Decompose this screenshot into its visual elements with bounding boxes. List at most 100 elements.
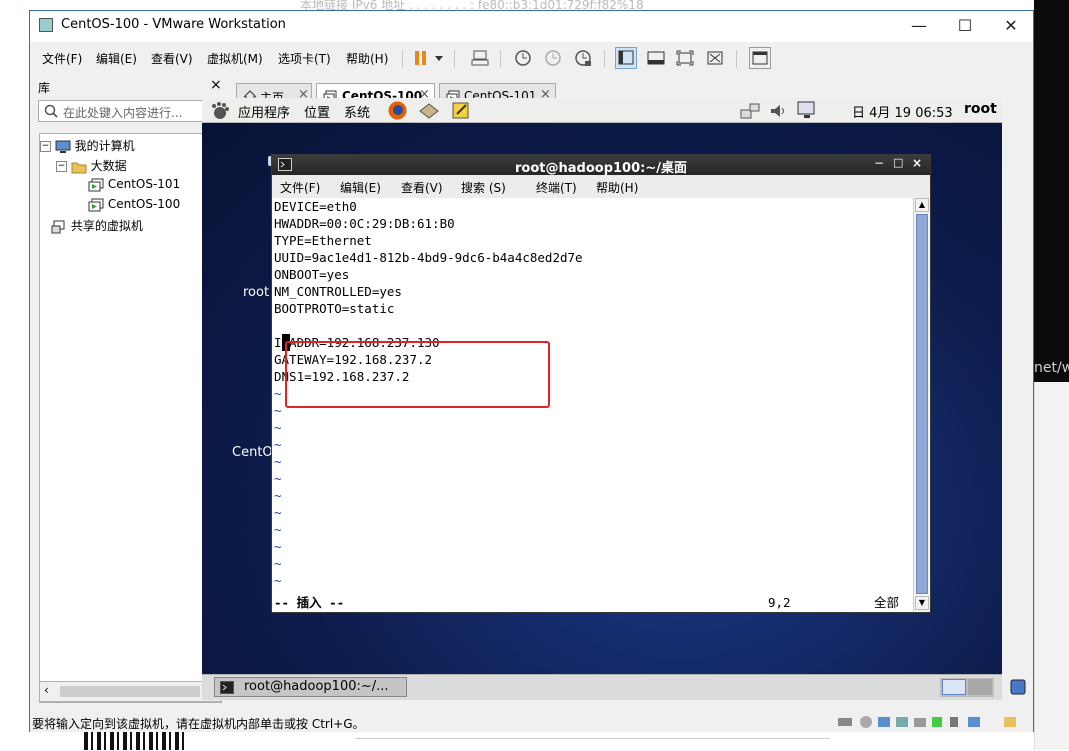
console-view-icon[interactable] <box>749 47 771 69</box>
toolbar-separator <box>454 50 455 68</box>
revert-snapshot-icon[interactable] <box>543 48 563 68</box>
terminal-line: ~ <box>274 556 282 571</box>
tree-item-centos-101[interactable]: CentOS-101 <box>88 177 180 192</box>
workspace-switcher[interactable] <box>940 678 994 697</box>
menu-edit[interactable]: 编辑(E) <box>96 50 137 67</box>
background-window-text: 本地链接 IPv6 地址 . . . . . . . . : fe80::b3:… <box>300 0 644 10</box>
window-title: CentOS-100 - VMware Workstation <box>61 17 286 32</box>
tree-label-folder: 大数据 <box>90 159 127 173</box>
library-horizontal-scrollbar[interactable]: ‹ › <box>39 681 222 702</box>
maximize-button[interactable]: ☐ <box>942 11 988 42</box>
snapshot-manager-icon[interactable] <box>573 48 593 68</box>
library-search-input[interactable]: 在此处键入内容进行... <box>38 100 219 122</box>
tree-item-shared-vms[interactable]: 共享的虚拟机 <box>51 217 143 234</box>
background-divider <box>355 738 830 751</box>
desktop-icon-label: root <box>243 285 270 300</box>
terminal-maximize-button[interactable]: □ <box>893 156 903 169</box>
scrollbar-thumb[interactable] <box>916 214 928 594</box>
gnome-top-panel: 应用程序 位置 系统 日 4月 19 06:53 root <box>202 98 1002 123</box>
menu-file[interactable]: 文件(F) <box>42 50 82 67</box>
trash-icon[interactable] <box>1009 678 1027 696</box>
search-placeholder: 在此处键入内容进行... <box>63 106 183 120</box>
status-message: 要将输入定向到该虚拟机，请在虚拟机内部单击或按 Ctrl+G。 <box>32 717 365 731</box>
toolbar-separator <box>402 50 403 68</box>
computer-icon <box>55 140 71 153</box>
terminal-menu-terminal[interactable]: 终端(T) <box>536 179 577 196</box>
unity-icon[interactable] <box>705 48 725 68</box>
terminal-line: BOOTPROTO=static <box>274 301 395 316</box>
library-close-button[interactable]: × <box>210 77 222 93</box>
taskbar-terminal-button[interactable]: root@hadoop100:~/... <box>214 677 407 697</box>
notes-icon[interactable] <box>451 100 471 120</box>
terminal-menu-edit[interactable]: 编辑(E) <box>340 179 381 196</box>
gnome-bottom-panel: root@hadoop100:~/... <box>202 674 1026 700</box>
applications-menu[interactable]: 应用程序 <box>238 102 290 121</box>
snapshot-icon[interactable] <box>513 48 533 68</box>
minimize-button[interactable]: — <box>896 11 942 42</box>
menu-vm[interactable]: 虚拟机(M) <box>207 50 263 67</box>
terminal-menu-search[interactable]: 搜索 (S) <box>461 179 506 196</box>
vim-cursor-position: 9,2 <box>768 595 791 610</box>
vim-scroll-position: 全部 <box>874 595 900 610</box>
highlight-box <box>285 341 550 408</box>
terminal-line: ~ <box>274 488 282 503</box>
user-menu[interactable]: root <box>964 101 997 117</box>
terminal-scrollbar[interactable]: ▲ ▼ <box>913 198 930 612</box>
terminal-line: TYPE=Ethernet <box>274 233 372 248</box>
volume-icon[interactable] <box>768 101 788 121</box>
menu-help[interactable]: 帮助(H) <box>346 50 388 67</box>
scroll-up-icon[interactable]: ▲ <box>915 198 929 212</box>
vm-icon <box>88 178 104 191</box>
menu-toolbar: 文件(F) 编辑(E) 查看(V) 虚拟机(M) 选项卡(T) 帮助(H) <box>30 42 1033 76</box>
vm-icon <box>88 198 104 211</box>
workspace-2[interactable] <box>968 679 992 695</box>
full-screen-icon[interactable] <box>675 48 695 68</box>
display-icon[interactable] <box>796 100 818 121</box>
send-ctrl-alt-del-icon[interactable] <box>470 48 490 68</box>
firefox-icon[interactable] <box>387 100 408 121</box>
terminal-close-button[interactable]: × <box>912 156 922 170</box>
terminal-line: ~ <box>274 522 282 537</box>
gnome-foot-icon <box>212 102 229 119</box>
system-menu[interactable]: 系统 <box>344 102 370 121</box>
vmware-app-icon <box>39 18 53 32</box>
device-icons <box>838 715 1028 729</box>
tree-item-centos-100[interactable]: CentOS-100 <box>88 197 180 212</box>
tree-label-centos-101: CentOS-101 <box>107 177 181 191</box>
close-button[interactable]: ✕ <box>988 11 1034 42</box>
terminal-menu-view[interactable]: 查看(V) <box>401 179 443 196</box>
menu-view[interactable]: 查看(V) <box>151 50 193 67</box>
terminal-menu-help[interactable]: 帮助(H) <box>596 179 638 196</box>
network-icon[interactable] <box>739 101 761 121</box>
shared-vm-icon <box>51 220 65 233</box>
tree-item-folder[interactable]: − 大数据 <box>56 157 127 174</box>
scroll-left-icon[interactable]: ‹ <box>44 683 49 697</box>
tree-item-my-computer[interactable]: − 我的计算机 <box>40 137 135 154</box>
pause-icon[interactable] <box>412 48 432 68</box>
places-menu[interactable]: 位置 <box>304 102 330 121</box>
show-library-icon[interactable] <box>615 47 637 69</box>
terminal-menu-file[interactable]: 文件(F) <box>280 179 320 196</box>
title-bar: CentOS-100 - VMware Workstation — ☐ ✕ <box>30 11 1033 42</box>
toolbar-separator <box>500 50 501 68</box>
terminal-icon <box>220 681 234 694</box>
pause-dropdown-icon[interactable] <box>433 48 445 68</box>
thumbnail-bar-icon[interactable] <box>646 48 666 68</box>
collapse-icon[interactable]: − <box>56 161 67 172</box>
terminal-line: UUID=9ac1e4d1-812b-4bd9-9dc6-b4a4c8ed2d7… <box>274 250 583 265</box>
collapse-icon[interactable]: − <box>40 141 51 152</box>
terminal-minimize-button[interactable]: − <box>874 156 884 170</box>
taskbar-terminal-label: root@hadoop100:~/... <box>244 679 389 694</box>
scroll-down-icon[interactable]: ▼ <box>915 596 929 610</box>
scrollbar-thumb[interactable] <box>60 686 200 697</box>
workspace-1[interactable] <box>942 679 966 695</box>
clock[interactable]: 日 4月 19 06:53 <box>852 102 953 121</box>
terminal-line: ~ <box>274 505 282 520</box>
folder-icon <box>71 162 87 173</box>
terminal-line: NM_CONTROLLED=yes <box>274 284 402 299</box>
mail-icon[interactable] <box>418 101 440 121</box>
terminal-title-bar: root@hadoop100:~/桌面 − □ × <box>272 155 930 176</box>
menu-tabs[interactable]: 选项卡(T) <box>278 50 331 67</box>
tree-label-centos-100: CentOS-100 <box>107 197 181 211</box>
toolbar-separator <box>604 50 605 68</box>
